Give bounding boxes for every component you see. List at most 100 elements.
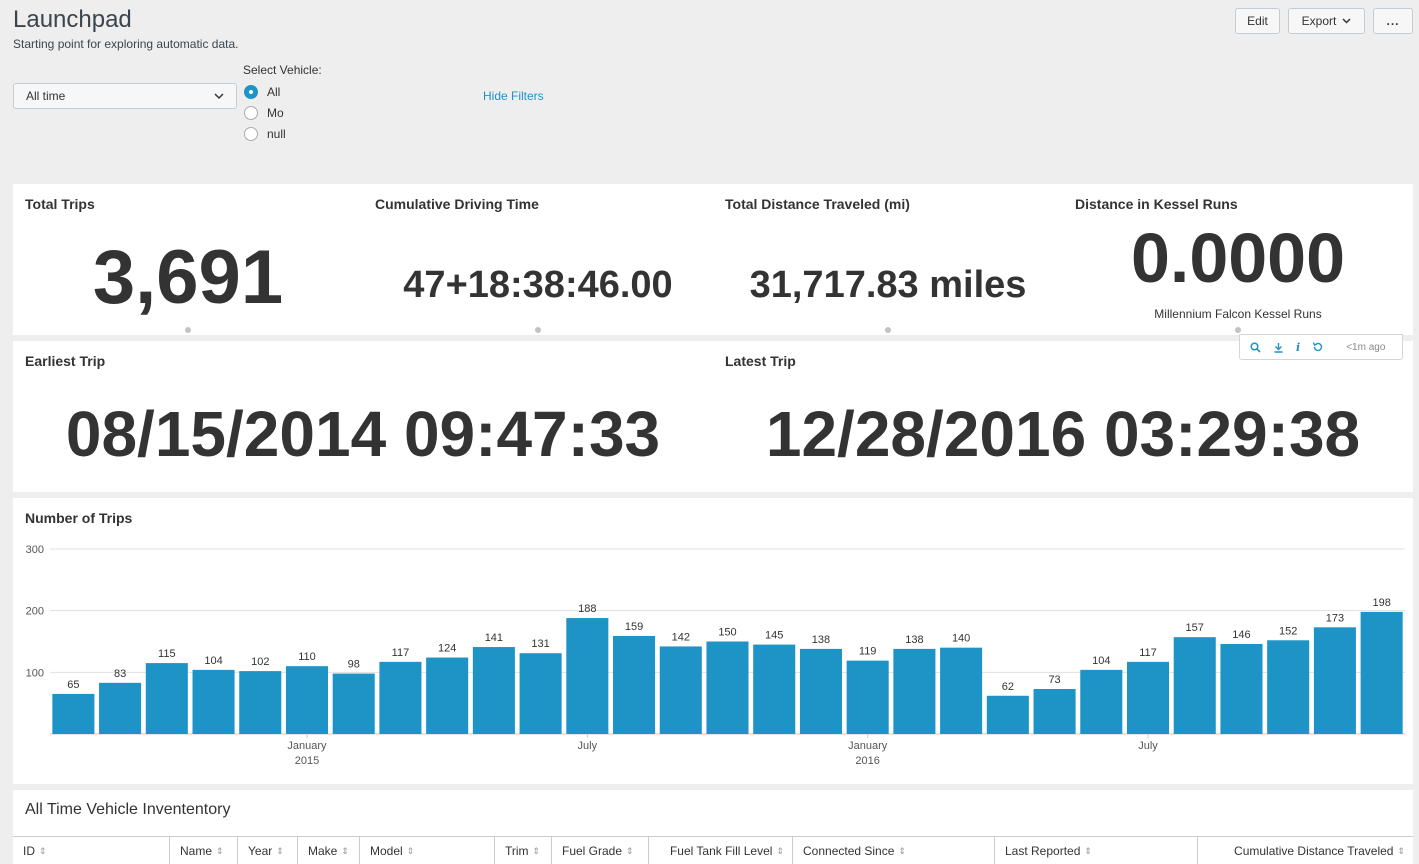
driving-time-panel: Cumulative Driving Time 47+18:38:46.00 — [363, 184, 713, 335]
data-label: 140 — [952, 633, 970, 645]
column-header-label: Connected Since — [803, 844, 895, 858]
x-tick-label: January — [848, 740, 888, 752]
bar — [472, 647, 515, 734]
sort-icon[interactable]: ⇕ — [1397, 846, 1405, 857]
column-header-label: Last Reported — [1005, 844, 1081, 858]
sort-icon[interactable]: ⇕ — [39, 846, 47, 857]
bar — [799, 648, 842, 734]
sort-icon[interactable]: ⇕ — [898, 846, 906, 857]
refresh-icon[interactable] — [1312, 341, 1324, 353]
radio-button[interactable] — [244, 127, 258, 141]
total-trips-panel: Total Trips 3,691 — [13, 184, 363, 335]
column-header-label: Fuel Tank Fill Level — [669, 844, 773, 858]
driving-time-value: 47+18:38:46.00 — [403, 264, 673, 306]
inventory-panel: All Time Vehicle Invententory ID ⇕ Name ⇕ Ye… — [13, 790, 1413, 864]
refresh-time-label: <1m ago — [1346, 341, 1386, 353]
latest-trip-panel: Latest Trip 12/28/2016 03:29:38 — [713, 341, 1413, 492]
hide-filters-link[interactable]: Hide Filters — [483, 89, 544, 103]
bar — [706, 641, 749, 734]
bar — [192, 669, 235, 734]
column-header[interactable]: Make ⇕ — [297, 837, 359, 864]
radio-button[interactable] — [244, 106, 258, 120]
data-label: 198 — [1372, 597, 1390, 609]
edit-button[interactable]: Edit — [1235, 8, 1280, 34]
bar — [1173, 637, 1216, 734]
data-label: 145 — [765, 630, 783, 642]
bar — [239, 671, 282, 734]
data-label: 124 — [438, 643, 456, 655]
bar — [659, 646, 702, 734]
data-label: 159 — [625, 621, 643, 633]
vehicle-option-label: Mo — [267, 106, 284, 120]
earliest-trip-panel: Earliest Trip 08/15/2014 09:47:33 — [13, 341, 713, 492]
info-icon[interactable]: i — [1296, 341, 1300, 354]
sort-icon[interactable]: ⇕ — [1084, 846, 1092, 857]
bar — [379, 661, 422, 734]
sort-icon[interactable]: ⇕ — [276, 846, 284, 857]
sort-icon[interactable]: ⇕ — [776, 846, 784, 857]
radio-button-checked[interactable] — [244, 85, 258, 99]
bar — [1080, 669, 1123, 734]
vehicle-option-label: null — [267, 127, 286, 141]
sort-icon[interactable]: ⇕ — [626, 846, 634, 857]
bar — [846, 660, 889, 734]
data-label: 65 — [67, 679, 79, 691]
sort-icon[interactable]: ⇕ — [216, 846, 224, 857]
table-header: ID ⇕ Name ⇕ Year ⇕ Make ⇕ Model ⇕ Trim ⇕ Fuel Grade ⇕… — [13, 836, 1413, 864]
bar — [940, 647, 983, 734]
column-header[interactable]: Last Reported ⇕ — [994, 837, 1197, 864]
bar — [1220, 643, 1263, 734]
export-button-label: Export — [1301, 14, 1337, 28]
panel-title: Latest Trip — [725, 353, 796, 369]
column-header[interactable]: Cumulative Distance Traveled ⇕ — [1197, 837, 1413, 864]
time-range-picker[interactable]: All time — [13, 83, 237, 109]
distance-value: 31,717.83 miles — [749, 264, 1027, 306]
bar — [1126, 661, 1170, 734]
page-subtitle: Starting point for exploring automatic d… — [13, 37, 239, 51]
sort-icon[interactable]: ⇕ — [407, 846, 415, 857]
column-header[interactable]: Connected Since ⇕ — [792, 837, 994, 864]
data-label: 104 — [1092, 655, 1110, 667]
sort-icon[interactable]: ⇕ — [533, 846, 541, 857]
vehicle-option-mo[interactable]: Mo — [244, 105, 284, 121]
column-header[interactable]: ID ⇕ — [13, 837, 169, 864]
column-header[interactable]: Fuel Grade ⇕ — [551, 837, 648, 864]
column-header-label: Fuel Grade — [562, 844, 623, 858]
data-label: 110 — [298, 651, 316, 663]
inventory-title: All Time Vehicle Invententory — [25, 801, 231, 818]
data-label: 146 — [1232, 629, 1250, 641]
search-icon[interactable] — [1250, 341, 1261, 353]
x-tick-label: July — [578, 740, 598, 752]
export-button[interactable]: Export — [1288, 8, 1365, 34]
column-header[interactable]: Trim ⇕ — [494, 837, 551, 864]
x-tick-label: July — [1138, 740, 1158, 752]
column-header[interactable]: Fuel Tank Fill Level ⇕ — [648, 837, 792, 864]
data-label: 98 — [348, 659, 360, 671]
more-button[interactable]: ... — [1373, 8, 1413, 34]
data-label: 115 — [158, 648, 176, 660]
column-header-label: Make — [308, 844, 338, 858]
trips-chart-panel: Number of Trips 100 200 300 65 83 115 104 102 11… — [13, 498, 1413, 784]
distance-panel: Total Distance Traveled (mi) 31,717.83 m… — [713, 184, 1063, 335]
data-label: 152 — [1279, 625, 1297, 637]
vehicle-option-all[interactable]: All — [244, 84, 280, 100]
column-header[interactable]: Name ⇕ — [169, 837, 237, 864]
column-header[interactable]: Year ⇕ — [237, 837, 297, 864]
sort-icon[interactable]: ⇕ — [341, 846, 349, 857]
column-header-label: ID — [23, 844, 35, 858]
vehicle-option-null[interactable]: null — [244, 126, 286, 142]
data-label: 188 — [578, 603, 596, 615]
trips-bar-chart: 100 200 300 65 83 115 104 102 110 98 117 124 141 131 1… — [26, 544, 1405, 767]
edit-button-label: Edit — [1247, 14, 1268, 28]
trend-dot — [535, 327, 541, 333]
kessel-caption: Millennium Falcon Kessel Runs — [1154, 307, 1322, 321]
x-tick-label: 2016 — [855, 755, 879, 767]
column-header[interactable]: Model ⇕ — [359, 837, 494, 864]
panel-title: Earliest Trip — [25, 353, 106, 369]
download-icon[interactable] — [1273, 342, 1284, 353]
bar — [1313, 627, 1356, 734]
kessel-panel: Distance in Kessel Runs 0.0000 Millenniu… — [1063, 184, 1413, 335]
data-label: 117 — [392, 647, 410, 659]
bar — [426, 657, 469, 734]
data-label: 117 — [1139, 647, 1157, 659]
